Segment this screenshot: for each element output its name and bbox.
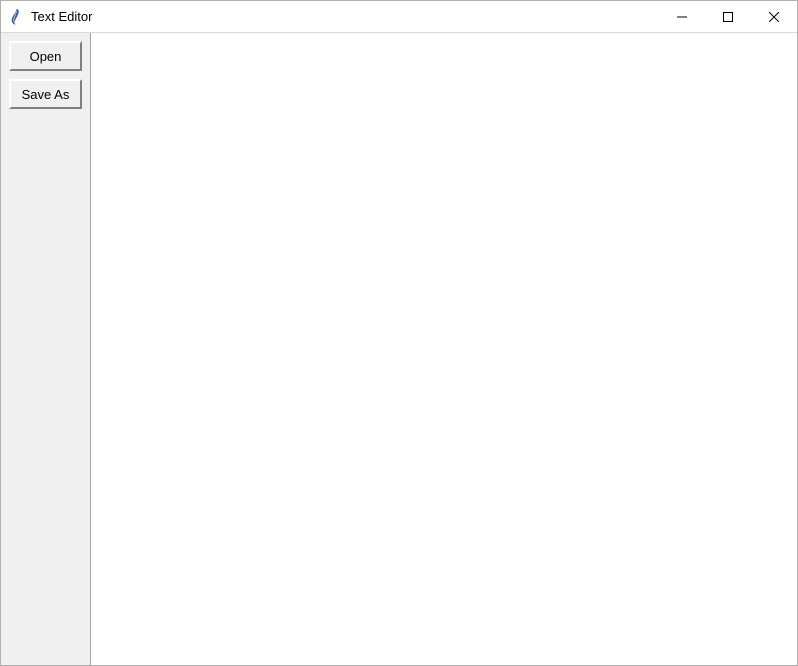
save-as-button[interactable]: Save As [9, 79, 82, 109]
window-controls [659, 1, 797, 32]
sidebar: Open Save As [1, 33, 91, 665]
window-title: Text Editor [31, 9, 92, 24]
app-icon [9, 9, 25, 25]
text-editor-area[interactable] [91, 33, 797, 665]
close-button[interactable] [751, 1, 797, 32]
minimize-icon [677, 12, 687, 22]
minimize-button[interactable] [659, 1, 705, 32]
client-area: Open Save As [1, 33, 797, 665]
application-window: Text Editor Open Save [0, 0, 798, 666]
maximize-icon [723, 12, 733, 22]
open-button[interactable]: Open [9, 41, 82, 71]
titlebar: Text Editor [1, 1, 797, 33]
close-icon [769, 12, 779, 22]
maximize-button[interactable] [705, 1, 751, 32]
